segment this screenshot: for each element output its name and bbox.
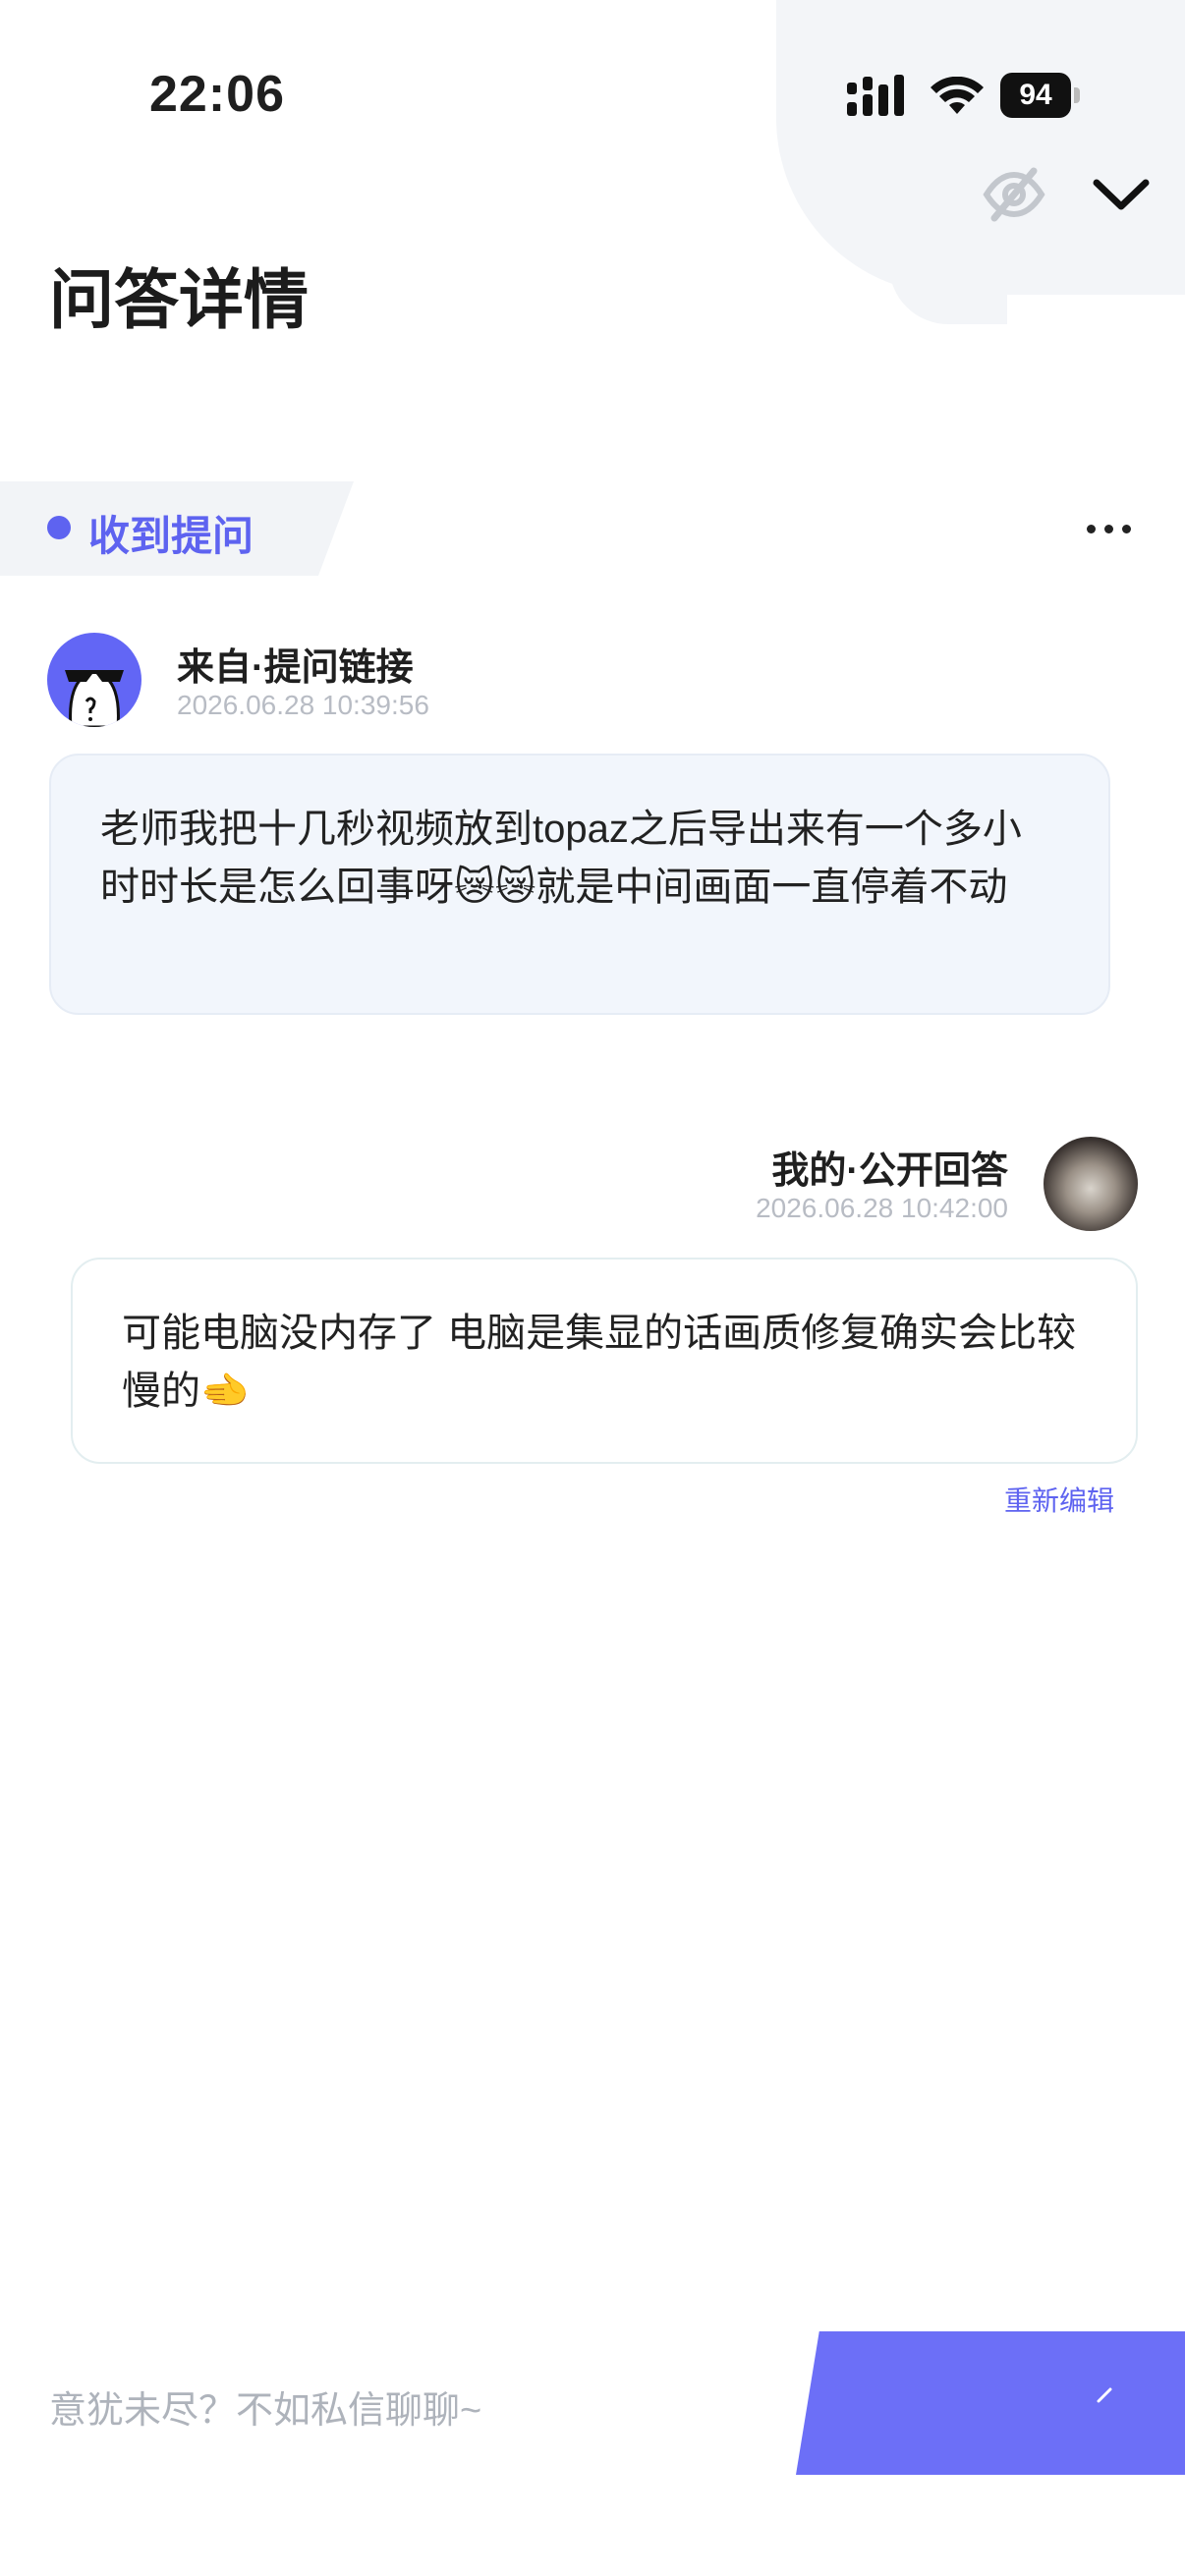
chat-hint[interactable]: 意犹未尽？不如私信聊聊~	[49, 2380, 481, 2434]
chevron-down-icon[interactable]	[1087, 165, 1156, 224]
battery-level: 94	[1000, 73, 1071, 118]
answer-source: 我的·公开回答	[771, 1150, 1008, 1192]
page-title: 问答详情	[49, 263, 309, 336]
wifi-icon	[931, 77, 984, 114]
private-chat-button[interactable]	[796, 2331, 1185, 2475]
send-icon	[1097, 2387, 1112, 2403]
received-dot	[47, 516, 71, 539]
sunglasses-character-icon	[65, 670, 124, 727]
more-options-icon[interactable]	[1085, 511, 1134, 544]
header-decoration	[776, 0, 1185, 324]
question-avatar	[47, 633, 141, 727]
received-label: 收到提问	[88, 513, 254, 559]
status-time: 22:06	[149, 66, 285, 123]
question-time: 2026.06.28 10:39:56	[177, 690, 429, 720]
cellular-signal-icon	[847, 75, 904, 116]
battery-tip	[1074, 87, 1080, 103]
battery-icon: 94	[1000, 73, 1081, 118]
answer-avatar	[1044, 1137, 1138, 1231]
question-source: 来自·提问链接	[177, 647, 414, 689]
answer-bubble: 可能电脑没内存了 电脑是集显的话画质修复确实会比较慢的🫲	[71, 1258, 1138, 1464]
eye-off-icon[interactable]	[983, 163, 1045, 226]
reedit-link[interactable]: 重新编辑	[1004, 1480, 1114, 1519]
answer-time: 2026.06.28 10:42:00	[756, 1193, 1008, 1223]
question-bubble: 老师我把十几秒视频放到topaz之后导出来有一个多小时时长是怎么回事呀😿😿就是中…	[49, 754, 1110, 1015]
status-icons: 94	[847, 73, 1083, 122]
